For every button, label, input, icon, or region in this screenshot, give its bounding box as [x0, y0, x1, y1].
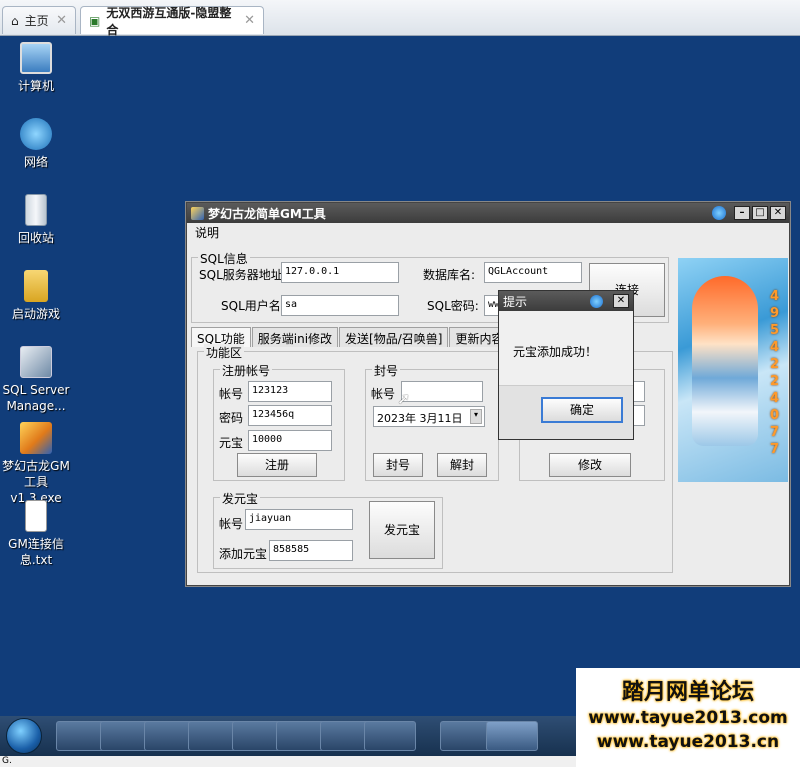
ban-account-input[interactable] [401, 381, 483, 402]
ad-number-text: 4954224077 [770, 289, 780, 457]
close-icon[interactable]: ✕ [244, 13, 255, 28]
send-yuanbao-button[interactable]: 发元宝 [369, 501, 435, 559]
sql-server-input[interactable]: 127.0.0.1 [281, 262, 399, 283]
ban-button[interactable]: 封号 [373, 453, 423, 477]
desktop-icon-text-file[interactable]: GM连接信息.txt [0, 500, 72, 568]
message-dialog: 提示 ✕ 元宝添加成功！ 确定 [498, 290, 634, 440]
register-account-label: 帐号 [219, 387, 244, 401]
desktop-icon-launch-game[interactable]: 启动游戏 [0, 270, 72, 322]
home-icon: ⌂ [11, 13, 19, 28]
mouse-cursor-icon: ➚ [397, 389, 411, 408]
computer-icon [20, 42, 52, 74]
tab-send-items[interactable]: 发送[物品/召唤兽] [339, 327, 449, 347]
desktop-icon-label: 网络 [23, 155, 48, 169]
taskbar-window-button-8[interactable] [440, 721, 492, 751]
dialog-title: 提示 [503, 294, 528, 309]
skin-icon[interactable] [590, 294, 603, 308]
dialog-message: 元宝添加成功！ [513, 345, 598, 359]
desktop-icon-recycle-bin[interactable]: 回收站 [0, 194, 72, 246]
watermark-title: 踏月网单论坛 [621, 680, 754, 705]
ban-date-value: 2023年 3月11日 [377, 412, 463, 425]
window-title: 梦幻古龙简单GM工具 [208, 206, 326, 221]
minimize-button[interactable]: – [734, 206, 750, 220]
send-account-label: 帐号 [219, 517, 244, 531]
dialog-titlebar[interactable]: 提示 ✕ [499, 291, 633, 311]
text-file-icon [25, 500, 47, 532]
maximize-button[interactable]: □ [752, 206, 768, 220]
ban-account-label: 帐号 [371, 387, 396, 401]
sql-password-label: SQL密码: [427, 299, 479, 313]
page-icon: ▣ [89, 13, 101, 28]
close-button[interactable]: ✕ [613, 294, 629, 308]
ad-character-image [692, 276, 758, 446]
db-name-label: 数据库名: [423, 268, 476, 282]
close-button[interactable]: ✕ [770, 206, 786, 220]
gm-tool-icon [20, 422, 52, 454]
unban-button[interactable]: 解封 [437, 453, 487, 477]
ok-button[interactable]: 确定 [541, 397, 623, 423]
send-amount-label: 添加元宝 [219, 547, 268, 561]
menu-item-help[interactable]: 说明 [187, 223, 789, 243]
tab-home[interactable]: ⌂ 主页 ✕ [2, 6, 76, 34]
forum-watermark: 踏月网单论坛 www.tayue2013.com www.tayue2013.c… [576, 668, 800, 767]
ban-legend: 封号 [372, 362, 401, 379]
folder-icon [24, 270, 48, 302]
desktop-icon-label: GM连接信息.txt [8, 537, 64, 567]
sql-user-label: SQL用户名: [221, 299, 285, 313]
taskbar-gm-tool-button[interactable] [486, 721, 538, 751]
register-password-input[interactable]: 123456q [248, 405, 332, 426]
skin-icon[interactable] [712, 206, 726, 220]
desktop-icon-label: 梦幻古龙GM工具v1.3.exe [2, 459, 70, 505]
function-area-legend: 功能区 [204, 344, 245, 361]
calendar-dropdown-icon[interactable]: ▾ [470, 409, 482, 424]
game-ad-banner[interactable]: 4954224077 [678, 258, 788, 482]
db-name-input[interactable]: QGLAccount [484, 262, 582, 283]
sql-server-label: SQL服务器地址: [199, 268, 287, 282]
desktop-icon-network[interactable]: 网络 [0, 118, 72, 170]
watermark-url-2: www.tayue2013.cn [596, 732, 780, 752]
desktop-icon-label: SQL Server Manage... [2, 383, 70, 413]
send-account-input[interactable]: jiayuan [245, 509, 353, 530]
network-icon [20, 118, 52, 150]
modify-button[interactable]: 修改 [549, 453, 631, 477]
register-yuanbao-label: 元宝 [219, 436, 244, 450]
close-icon[interactable]: ✕ [56, 13, 67, 28]
desktop-icon-label: 计算机 [17, 79, 54, 93]
start-button[interactable] [6, 718, 42, 754]
sql-info-legend: SQL信息 [198, 250, 250, 267]
desktop-icon-label: 启动游戏 [11, 307, 60, 321]
register-password-label: 密码 [219, 411, 244, 425]
desktop-icon-sql-server[interactable]: SQL Server Manage... [0, 346, 72, 414]
sql-server-icon [20, 346, 52, 378]
send-amount-input[interactable]: 858585 [269, 540, 353, 561]
tab-home-label: 主页 [24, 14, 49, 28]
register-yuanbao-input[interactable]: 10000 [248, 430, 332, 451]
register-account-input[interactable]: 123123 [248, 381, 332, 402]
taskbar-window-button-7[interactable] [364, 721, 416, 751]
tab-active[interactable]: ▣ 无双西游互通版-隐盟整合 ✕ [80, 6, 264, 37]
register-button[interactable]: 注册 [237, 453, 317, 477]
app-icon [191, 206, 204, 220]
ban-date-picker[interactable]: 2023年 3月11日 ▾ [373, 406, 485, 427]
register-legend: 注册帐号 [220, 362, 273, 379]
desktop-icon-label: 回收站 [17, 231, 54, 245]
recycle-bin-icon [25, 194, 47, 226]
watermark-url-1: www.tayue2013.com [588, 708, 788, 728]
browser-tab-strip: ⌂ 主页 ✕ ▣ 无双西游互通版-隐盟整合 ✕ [0, 0, 800, 37]
sql-user-input[interactable]: sa [281, 295, 399, 316]
window-titlebar[interactable]: 梦幻古龙简单GM工具 – □ ✕ [187, 203, 789, 223]
send-yuanbao-legend: 发元宝 [220, 490, 261, 507]
desktop-icon-computer[interactable]: 计算机 [0, 42, 72, 94]
tab-active-label: 无双西游互通版-隐盟整合 [106, 5, 232, 37]
desktop-icon-gm-tool[interactable]: 梦幻古龙GM工具v1.3.exe [0, 422, 72, 506]
tab-server-ini[interactable]: 服务端ini修改 [251, 327, 339, 347]
